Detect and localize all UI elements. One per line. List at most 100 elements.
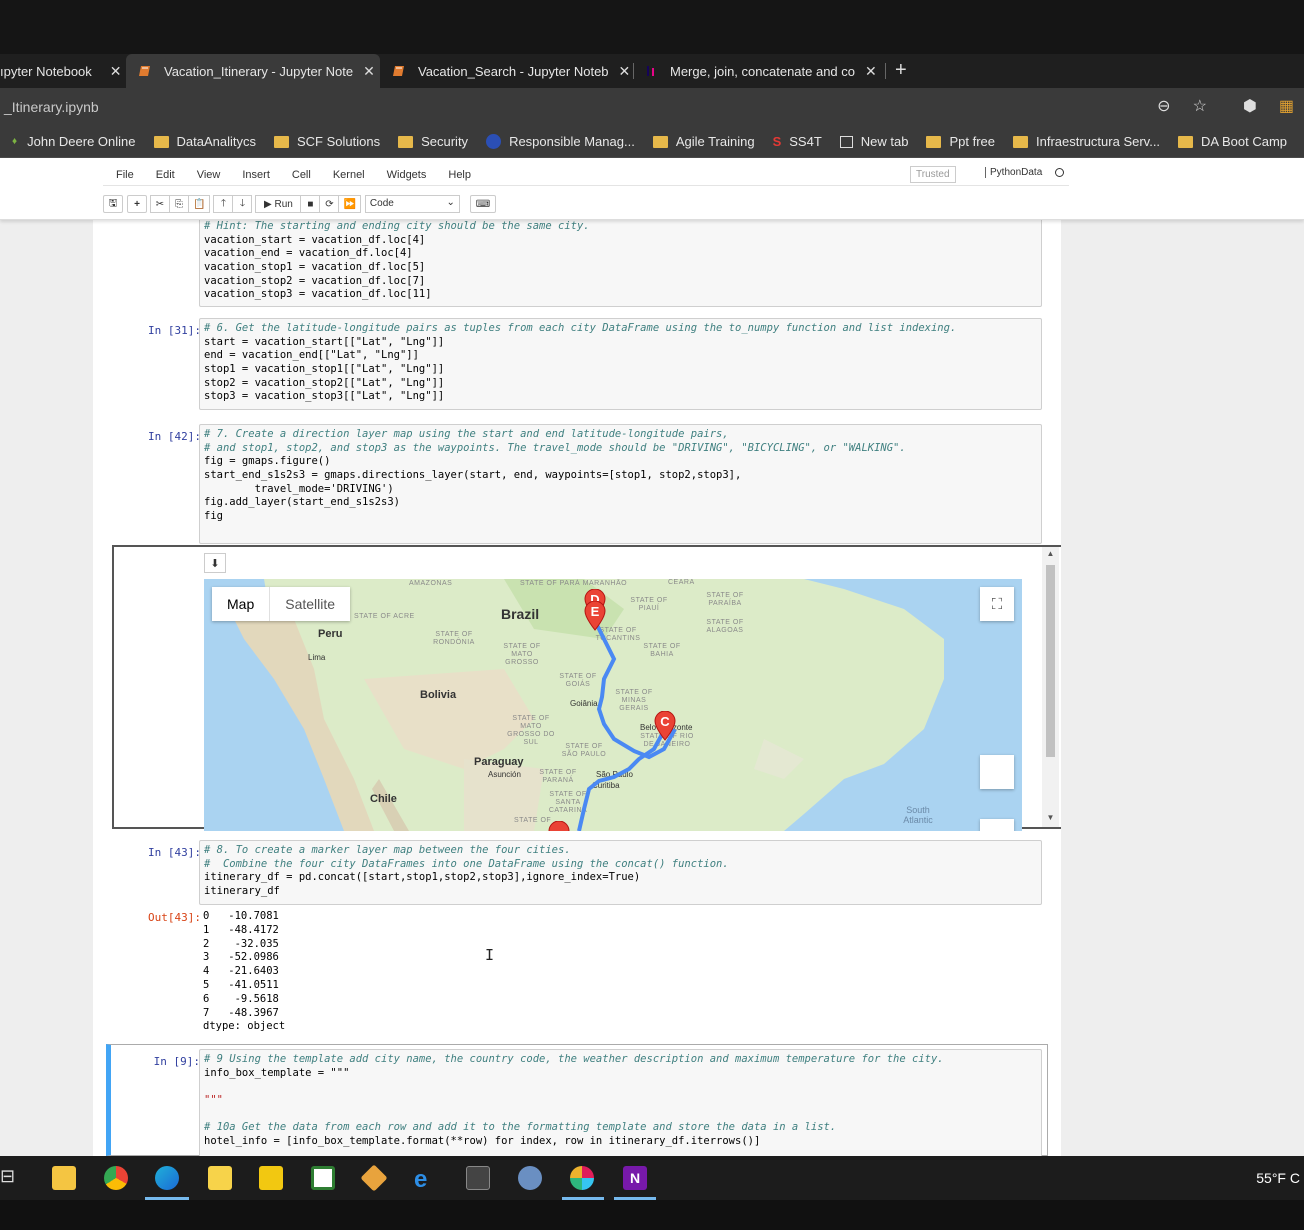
bookmark-dataanalitycs[interactable]: DataAnalitycs <box>153 134 256 149</box>
cell-type-select[interactable]: Code ⌄ <box>364 195 460 213</box>
cell-input[interactable]: # 6. Get the latitude-longitude pairs as… <box>199 318 1042 410</box>
bookmark-ss4t[interactable]: S SS4T <box>773 134 822 149</box>
code-line: fig = gmaps.figure() <box>204 455 331 468</box>
tab-vacation-search[interactable]: Vacation_Search - Jupyter Noteb ✕ <box>388 54 634 88</box>
terminal-icon[interactable] <box>466 1166 490 1190</box>
google-map[interactable]: Map Satellite ⛶ Brazil Peru Lima Bolivia… <box>204 579 1022 831</box>
menu-cell[interactable]: Cell <box>292 169 320 181</box>
fullscreen-icon[interactable]: ⛶ <box>980 587 1014 621</box>
satellite-button[interactable]: Satellite <box>269 587 350 621</box>
close-icon[interactable]: ✕ <box>865 63 877 80</box>
edge-icon[interactable] <box>155 1166 179 1190</box>
map-marker-partial[interactable] <box>548 820 570 831</box>
jupyter-header: File Edit View Insert Cell Kernel Widget… <box>0 158 1304 220</box>
app-icon[interactable] <box>311 1166 335 1190</box>
bookmark-label: John Deere Online <box>27 134 136 149</box>
output-line: 7 -48.3967 <box>203 1006 279 1019</box>
postgres-icon[interactable] <box>518 1166 542 1190</box>
cell-input[interactable]: # Hint: The starting and ending city sho… <box>199 216 1042 307</box>
menu-widgets[interactable]: Widgets <box>387 169 436 181</box>
code-line: stop3 = vacation_stop3[["Lat", "Lng"]] <box>204 390 445 403</box>
save-icon[interactable]: 🖫 <box>103 195 123 213</box>
onenote-icon[interactable]: N <box>623 1166 647 1190</box>
close-icon[interactable]: ✕ <box>363 63 375 80</box>
zoom-control[interactable] <box>980 819 1014 831</box>
fast-forward-icon[interactable]: ⏩ <box>338 195 361 213</box>
output-line: 5 -41.0511 <box>203 978 279 991</box>
git-icon[interactable] <box>360 1164 388 1192</box>
tab-merge-join[interactable]: Merge, join, concatenate and co ✕ <box>644 54 884 88</box>
code-line: vacation_stop3 = vacation_df.loc[11] <box>204 288 432 301</box>
zoom-icon[interactable]: ⊖ <box>1157 96 1170 116</box>
bookmark-scf-solutions[interactable]: SCF Solutions <box>274 134 380 149</box>
bookmark-infraestructura[interactable]: Infraestructura Serv... <box>1013 134 1160 149</box>
street-view-control[interactable] <box>980 755 1014 789</box>
tab-vacation-itinerary[interactable]: Vacation_Itinerary - Jupyter Note ✕ <box>126 54 380 88</box>
move-up-icon[interactable]: 🡑 <box>213 195 234 213</box>
menu-view[interactable]: View <box>197 169 230 181</box>
trusted-indicator[interactable]: Trusted <box>910 166 956 183</box>
tab-divider <box>885 63 886 79</box>
menu-insert[interactable]: Insert <box>242 169 279 181</box>
code-cell-9-selected[interactable]: In [9]: # 9 Using the template add city … <box>106 1044 1048 1156</box>
download-icon[interactable]: ⬇ <box>204 553 226 573</box>
code-line: travel_mode='DRIVING') <box>204 482 394 495</box>
bookmark-da-boot-camp[interactable]: DA Boot Camp <box>1178 134 1287 149</box>
new-tab-button[interactable]: + <box>895 54 915 88</box>
restart-icon[interactable]: ⟳ <box>319 195 340 213</box>
task-view-icon[interactable]: ⊟ <box>0 1166 24 1190</box>
chrome-icon[interactable] <box>104 1166 128 1190</box>
slack-icon[interactable] <box>570 1166 594 1190</box>
internet-explorer-icon[interactable]: e <box>414 1166 438 1193</box>
insert-cell-icon[interactable]: + <box>127 195 147 213</box>
menu-kernel[interactable]: Kernel <box>333 169 374 181</box>
bookmark-security[interactable]: Security <box>398 134 468 149</box>
power-bi-icon[interactable] <box>259 1166 283 1190</box>
favorite-icon[interactable]: ☆ <box>1193 96 1207 116</box>
map-type-control: Map Satellite <box>212 587 351 621</box>
address-bar[interactable]: _Itinerary.ipynb ⊖ ☆ ⬢ ▦ <box>0 88 1304 126</box>
menu-edit[interactable]: Edit <box>156 169 184 181</box>
run-button[interactable]: ▶ Run <box>255 195 302 213</box>
menu-help[interactable]: Help <box>448 169 480 181</box>
paste-icon[interactable]: 📋 <box>188 195 211 213</box>
bookmark-new-tab[interactable]: New tab <box>839 134 909 149</box>
cell-input[interactable]: # 7. Create a direction layer map using … <box>199 424 1042 544</box>
close-icon[interactable]: ✕ <box>619 63 631 80</box>
move-down-icon[interactable]: 🡓 <box>232 195 253 213</box>
copy-icon[interactable]: ⎘ <box>169 195 189 213</box>
bookmark-ppt-free[interactable]: Ppt free <box>926 134 995 149</box>
folder-icon <box>398 135 414 148</box>
close-icon[interactable]: ✕ <box>110 63 122 80</box>
scroll-thumb[interactable] <box>1046 565 1055 757</box>
tab-jupyter-notebook[interactable]: ıpyter Notebook ✕ <box>0 54 126 88</box>
code-line: hotel_info = [info_box_template.format(*… <box>204 1135 761 1148</box>
address-text[interactable]: _Itinerary.ipynb <box>4 99 99 115</box>
cell-input[interactable]: # 8. To create a marker layer map betwee… <box>199 840 1042 905</box>
cell-input[interactable]: # 9 Using the template add city name, th… <box>199 1049 1042 1156</box>
sticky-notes-icon[interactable] <box>208 1166 232 1190</box>
move-group: 🡑 🡓 <box>213 195 253 213</box>
jupyter-tab-icon <box>392 64 406 78</box>
output-scrollbar[interactable]: ▲ ▼ <box>1042 547 1059 827</box>
stop-icon[interactable]: ■ <box>300 195 321 213</box>
output-line: dtype: object <box>203 1020 286 1033</box>
menu-file[interactable]: File <box>116 169 143 181</box>
bookmark-agile-training[interactable]: Agile Training <box>652 134 755 149</box>
input-prompt: In [31]: <box>148 324 201 337</box>
weather-temperature[interactable]: 55°F C <box>1256 1170 1300 1186</box>
map-marker-e[interactable]: E <box>584 600 606 631</box>
cut-icon[interactable]: ✂ <box>150 195 170 213</box>
bookmark-responsible[interactable]: Responsible Manag... <box>486 134 635 149</box>
windows-taskbar: ⊟ e N 55°F C <box>0 1156 1304 1200</box>
map-marker-c[interactable]: C <box>654 710 676 741</box>
extension-icon[interactable]: ⬢ <box>1243 96 1257 116</box>
scroll-up-icon[interactable]: ▲ <box>1046 549 1055 558</box>
scroll-down-icon[interactable]: ▼ <box>1046 813 1055 822</box>
bookmark-john-deere[interactable]: ♦ John Deere Online <box>12 134 136 149</box>
keyboard-icon[interactable]: ⌨ <box>469 195 496 213</box>
profile-icon[interactable]: ▦ <box>1279 96 1294 116</box>
map-button[interactable]: Map <box>212 587 269 621</box>
bookmark-label: New tab <box>860 134 909 149</box>
file-explorer-icon[interactable] <box>52 1166 76 1190</box>
